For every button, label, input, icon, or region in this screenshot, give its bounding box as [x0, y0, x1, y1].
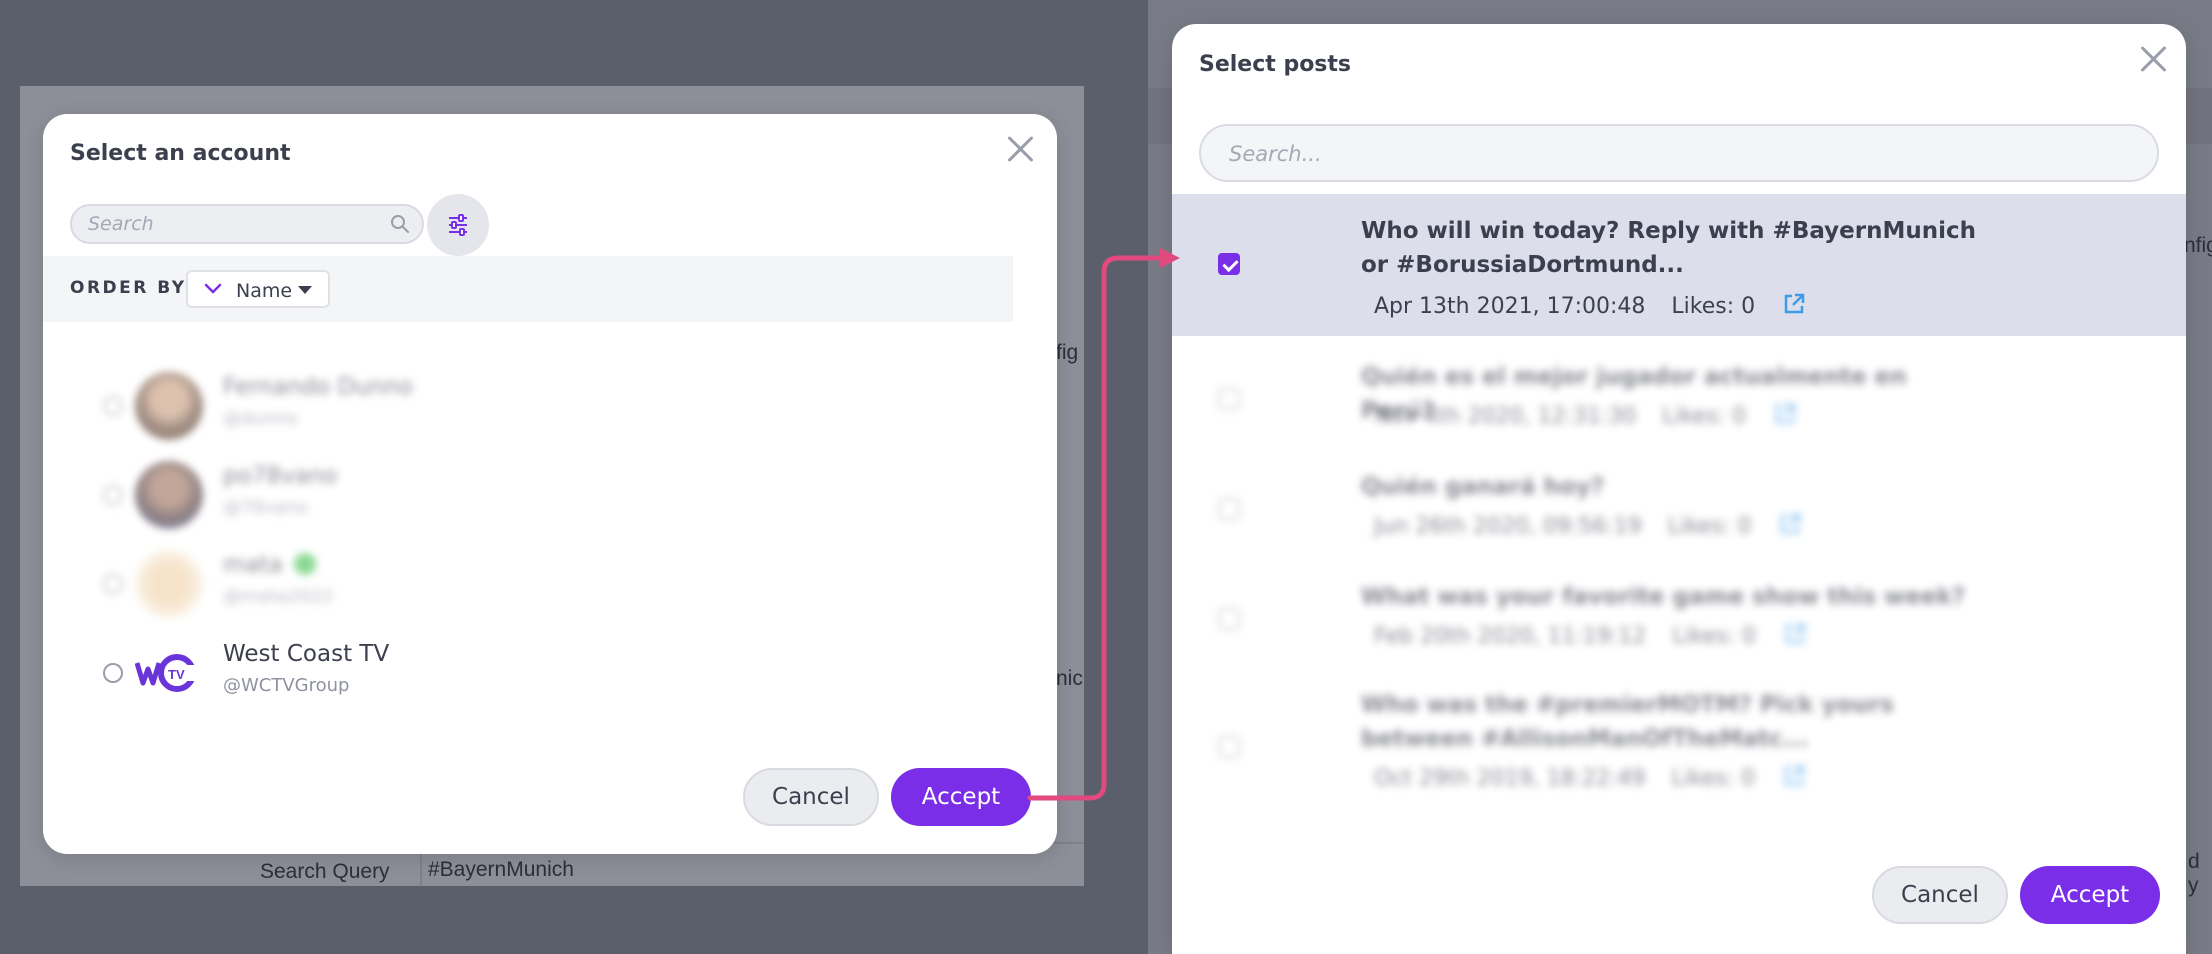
post-meta: Feb 20th 2020, 11:19:12 Likes: 0 — [1374, 622, 1807, 649]
account-handle: @78vano — [223, 497, 309, 518]
account-radio[interactable] — [103, 663, 123, 683]
post-text: What was your favorite game show this we… — [1361, 584, 1966, 610]
order-by-label: ORDER BY: — [70, 278, 195, 298]
post-likes: Likes: 0 — [1671, 766, 1756, 791]
post-list-item[interactable]: Quién es el mejor jugador actualmente en… — [1172, 344, 2186, 448]
account-search-box — [70, 204, 424, 244]
post-meta: Apr 13th 2021, 17:00:48 Likes: 0 — [1374, 292, 1806, 319]
cancel-button[interactable]: Cancel — [743, 768, 879, 826]
post-likes: Likes: 0 — [1662, 404, 1747, 429]
external-link-icon[interactable] — [1782, 764, 1806, 788]
account-handle: @dunno — [223, 408, 298, 429]
account-radio[interactable] — [103, 485, 123, 505]
posts-search-input[interactable] — [1229, 140, 2109, 168]
background-text-fragment: nfig — [2184, 234, 2212, 257]
post-likes: Likes: 0 — [1672, 624, 1757, 649]
account-radio[interactable] — [103, 574, 123, 594]
post-checkbox[interactable] — [1218, 608, 1240, 630]
background-text-fragment: nic — [1056, 667, 1083, 690]
verified-badge-icon — [293, 553, 316, 575]
post-likes: Likes: 0 — [1667, 514, 1752, 539]
avatar — [135, 550, 203, 618]
filter-button[interactable] — [427, 194, 489, 256]
post-meta: Nov 4th 2020, 12:31:30 Likes: 0 — [1374, 402, 1797, 429]
sliders-icon — [449, 214, 467, 236]
account-name: Fernando Dunno — [223, 374, 413, 400]
avatar — [135, 461, 203, 529]
account-handle: @WCTVGroup — [223, 675, 350, 696]
accept-button[interactable]: Accept — [891, 768, 1031, 826]
dialog-title: Select an account — [70, 141, 291, 166]
account-list-item[interactable]: po78vano @78vano — [43, 451, 1013, 539]
external-link-icon[interactable] — [1783, 622, 1807, 646]
post-list-item[interactable]: What was your favorite game show this we… — [1172, 564, 2186, 668]
post-likes: Likes: 0 — [1671, 294, 1756, 319]
post-text: Who will win today? Reply with #BayernMu… — [1361, 218, 1977, 278]
post-checkbox[interactable] — [1218, 736, 1240, 758]
account-name: West Coast TV — [223, 641, 390, 667]
post-checkbox[interactable] — [1218, 498, 1240, 520]
order-by-value: Name — [236, 280, 293, 302]
post-list-item[interactable]: Quién ganará hoy? Jun 26th 2020, 09:56:1… — [1172, 454, 2186, 558]
cancel-button[interactable]: Cancel — [1872, 866, 2008, 924]
account-list-item[interactable]: TV West Coast TV @WCTVGroup — [43, 629, 1013, 717]
account-radio[interactable] — [103, 396, 123, 416]
search-icon — [391, 215, 409, 233]
external-link-icon[interactable] — [1778, 512, 1802, 536]
external-link-icon[interactable] — [1773, 402, 1797, 426]
post-list-item[interactable]: Who was the #premierMOTM? Pick yours bet… — [1172, 676, 2186, 816]
post-text: Who was the #premierMOTM? Pick yours bet… — [1361, 692, 1894, 752]
posts-search-box — [1199, 124, 2159, 182]
post-meta: Oct 29th 2019, 18:22:49 Likes: 0 — [1374, 764, 1806, 791]
account-search-input[interactable] — [88, 212, 378, 236]
select-account-dialog: Select an account ORDER BY: Name — [43, 114, 1057, 854]
post-date: Oct 29th 2019, 18:22:49 — [1374, 766, 1646, 791]
chevron-down-icon — [204, 283, 222, 294]
post-meta: Jun 26th 2020, 09:56:19 Likes: 0 — [1374, 512, 1802, 539]
post-date: Feb 20th 2020, 11:19:12 — [1374, 624, 1647, 649]
account-name-text: mata — [223, 552, 283, 578]
dialog-title: Select posts — [1199, 52, 1352, 77]
order-by-select[interactable]: Name — [186, 270, 330, 308]
post-date: Nov 4th 2020, 12:31:30 — [1374, 404, 1637, 429]
post-list-item[interactable]: Who will win today? Reply with #BayernMu… — [1172, 194, 2186, 336]
account-name: po78vano — [223, 463, 338, 489]
close-icon[interactable] — [1005, 134, 1035, 164]
post-checkbox[interactable] — [1218, 253, 1240, 275]
search-query-value: #BayernMunich — [428, 858, 574, 881]
account-handle: @mata2022 — [223, 586, 334, 607]
search-query-label: Search Query — [260, 860, 390, 883]
accept-button[interactable]: Accept — [2020, 866, 2160, 924]
close-icon[interactable] — [2138, 44, 2168, 74]
background-text-fragment: d y — [2188, 850, 2200, 897]
avatar — [135, 372, 203, 440]
post-checkbox[interactable] — [1218, 388, 1240, 410]
wctv-logo: TV — [135, 639, 203, 707]
caret-down-icon — [298, 286, 312, 294]
account-name: mata — [223, 552, 316, 578]
svg-text:TV: TV — [168, 667, 185, 682]
external-link-icon[interactable] — [1782, 292, 1806, 316]
post-date: Apr 13th 2021, 17:00:48 — [1374, 294, 1646, 319]
post-date: Jun 26th 2020, 09:56:19 — [1374, 514, 1642, 539]
post-text: Quién ganará hoy? — [1361, 474, 1605, 500]
background-text-fragment: fig — [1056, 341, 1079, 364]
order-by-bar: ORDER BY: Name — [43, 256, 1013, 322]
select-posts-dialog: Select posts Who will win today? Reply w… — [1172, 24, 2186, 954]
account-list-item[interactable]: Fernando Dunno @dunno — [43, 362, 1013, 450]
account-list-item[interactable]: mata @mata2022 — [43, 540, 1013, 628]
